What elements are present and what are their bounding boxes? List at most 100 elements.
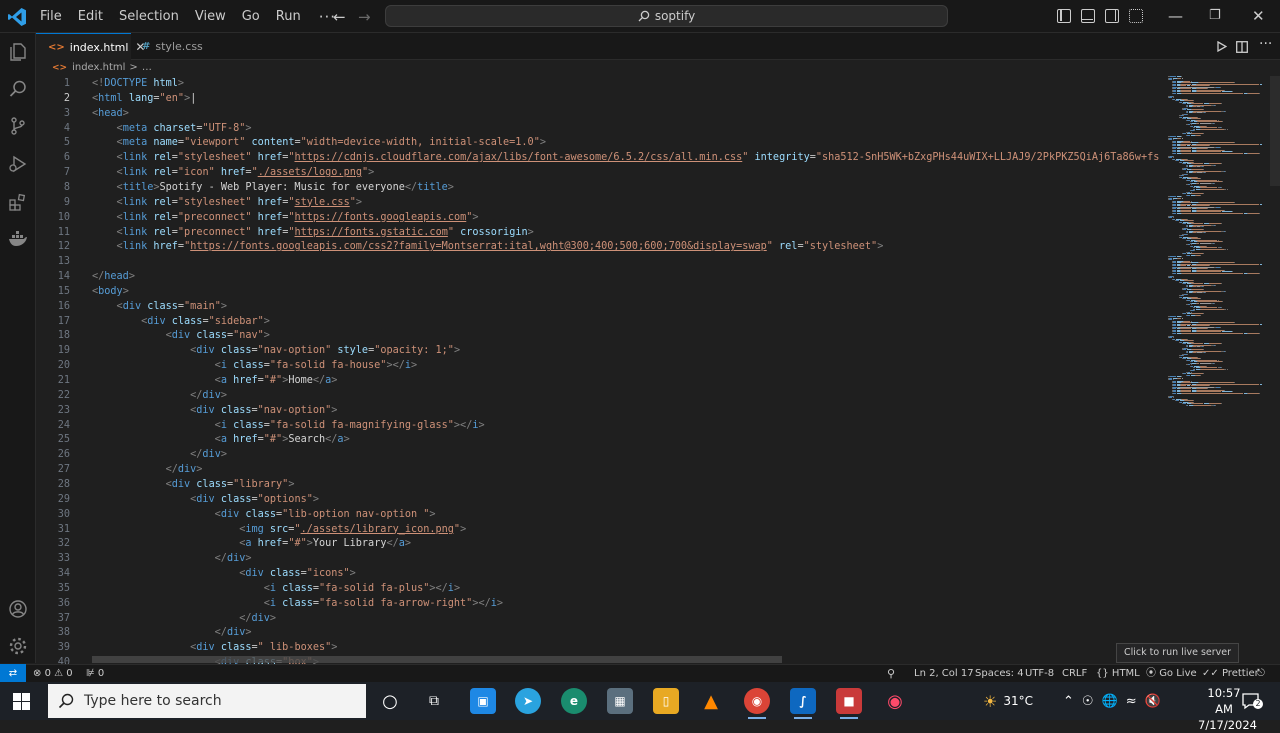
explorer-icon[interactable] xyxy=(8,42,28,62)
volume-muted-icon[interactable]: 🔇 xyxy=(1145,694,1161,709)
source-control-icon[interactable] xyxy=(8,116,28,136)
code-line[interactable]: 27 </div> xyxy=(36,462,1160,477)
code-line[interactable]: 4 <meta charset="UTF-8"> xyxy=(36,121,1160,136)
toggle-primary-sidebar-icon[interactable] xyxy=(1057,9,1071,23)
code-line[interactable]: 35 <i class="fa-solid fa-plus"></i> xyxy=(36,581,1160,596)
code-line[interactable]: 12 <link href="https://fonts.googleapis.… xyxy=(36,239,1160,254)
menu-file[interactable]: File xyxy=(32,0,70,33)
code-line[interactable]: 32 <a href="#">Your Library</a> xyxy=(36,536,1160,551)
code-line[interactable]: 21 <a href="#">Home</a> xyxy=(36,373,1160,388)
problems-indicator[interactable]: ⊗ 0 ⚠ 0 xyxy=(33,667,73,681)
forward-arrow-icon[interactable]: → xyxy=(358,8,371,26)
go-live-button[interactable]: ⦿ Go Live xyxy=(1146,667,1197,681)
code-line[interactable]: 34 <div class="icons"> xyxy=(36,566,1160,581)
close-window-icon[interactable]: ✕ xyxy=(1252,7,1265,25)
tab-index-html[interactable]: <> index.html ✕ xyxy=(36,33,145,60)
run-debug-icon[interactable] xyxy=(8,154,28,174)
cursor-position[interactable]: Ln 2, Col 17 xyxy=(914,667,974,681)
code-line[interactable]: 2 <html lang="en">| xyxy=(36,91,1160,106)
toggle-panel-icon[interactable] xyxy=(1081,9,1095,23)
windows-start-icon[interactable] xyxy=(13,693,30,710)
command-center-search[interactable]: soptify xyxy=(385,5,948,27)
minimize-icon[interactable]: — xyxy=(1168,7,1183,25)
zoom-icon[interactable]: ⚲ xyxy=(887,667,895,681)
menu-selection[interactable]: Selection xyxy=(111,0,187,33)
task-view-icon[interactable]: ⧉ xyxy=(421,688,447,714)
code-line[interactable]: 19 <div class="nav-option" style="opacit… xyxy=(36,343,1160,358)
minimap[interactable] xyxy=(1162,76,1268,406)
code-line[interactable]: 1 <!DOCTYPE html> xyxy=(36,76,1160,91)
code-line[interactable]: 39 <div class=" lib-boxes"> xyxy=(36,640,1160,655)
code-line[interactable]: 13 xyxy=(36,254,1160,269)
edge-browser-icon[interactable]: e xyxy=(561,688,587,714)
chrome-icon[interactable]: ◉ xyxy=(744,688,770,719)
menu-run[interactable]: Run xyxy=(268,0,309,33)
code-line[interactable]: 23 <div class="nav-option"> xyxy=(36,403,1160,418)
telegram-icon[interactable]: ➤ xyxy=(515,688,541,714)
restore-icon[interactable]: ❐ xyxy=(1209,8,1221,23)
encoding[interactable]: UTF-8 xyxy=(1025,667,1054,681)
code-line[interactable]: 7 <link rel="icon" href="./assets/logo.p… xyxy=(36,165,1160,180)
code-line[interactable]: 11 <link rel="preconnect" href="https://… xyxy=(36,225,1160,240)
taskbar-search-box[interactable]: Type here to search xyxy=(48,684,366,718)
language-globe-icon[interactable]: 🌐 xyxy=(1102,694,1118,709)
vlc-player-icon[interactable]: ▲ xyxy=(698,688,724,714)
tab-style-css[interactable]: # style.css xyxy=(132,33,232,60)
notifications-bell-icon[interactable]: ⎋ xyxy=(1257,667,1265,681)
network-icon[interactable]: ☉ xyxy=(1082,694,1094,709)
vscode-taskbar-icon[interactable]: ∫ xyxy=(790,688,816,719)
horizontal-scrollbar[interactable] xyxy=(92,656,782,663)
camera-recorder-icon[interactable]: ◉ xyxy=(882,688,908,714)
code-line[interactable]: 31 <img src="./assets/library_icon.png"> xyxy=(36,522,1160,537)
split-editor-icon[interactable] xyxy=(1236,41,1248,53)
cortana-icon[interactable]: ○ xyxy=(377,688,403,714)
file-explorer-icon[interactable]: ▯ xyxy=(653,688,679,714)
prettier-button[interactable]: ✓✓ Prettier xyxy=(1202,667,1259,681)
settings-gear-icon[interactable] xyxy=(8,636,28,656)
code-line[interactable]: 16 <div class="main"> xyxy=(36,299,1160,314)
microsoft-store-icon[interactable]: ▣ xyxy=(470,688,496,714)
code-line[interactable]: 30 <div class="lib-option nav-option "> xyxy=(36,507,1160,522)
code-line[interactable]: 6 <link rel="stylesheet" href="https://c… xyxy=(36,150,1160,165)
code-line[interactable]: 38 </div> xyxy=(36,625,1160,640)
code-line[interactable]: 20 <i class="fa-solid fa-house"></i> xyxy=(36,358,1160,373)
toggle-secondary-sidebar-icon[interactable] xyxy=(1105,9,1119,23)
code-line[interactable]: 10 <link rel="preconnect" href="https://… xyxy=(36,210,1160,225)
extensions-icon[interactable] xyxy=(8,192,28,212)
indentation[interactable]: Spaces: 4 xyxy=(975,667,1024,681)
account-icon[interactable] xyxy=(8,599,28,619)
code-line[interactable]: 24 <i class="fa-solid fa-magnifying-glas… xyxy=(36,418,1160,433)
code-line[interactable]: 26 </div> xyxy=(36,447,1160,462)
code-line[interactable]: 14 </head> xyxy=(36,269,1160,284)
code-line[interactable]: 22 </div> xyxy=(36,388,1160,403)
ports-indicator[interactable]: ⊯ 0 xyxy=(86,667,104,681)
code-line[interactable]: 37 </div> xyxy=(36,611,1160,626)
code-line[interactable]: 17 <div class="sidebar"> xyxy=(36,314,1160,329)
code-line[interactable]: 33 </div> xyxy=(36,551,1160,566)
remote-indicator-icon[interactable]: ⇄ xyxy=(0,664,26,682)
line-ending[interactable]: CRLF xyxy=(1062,667,1087,681)
code-line[interactable]: 28 <div class="library"> xyxy=(36,477,1160,492)
more-actions-icon[interactable]: ··· xyxy=(1259,36,1272,52)
vertical-scrollbar[interactable] xyxy=(1270,76,1280,186)
wifi-icon[interactable]: ≈ xyxy=(1126,694,1137,709)
code-line[interactable]: 3 <head> xyxy=(36,106,1160,121)
back-arrow-icon[interactable]: ← xyxy=(333,8,346,26)
search-activity-icon[interactable] xyxy=(8,79,28,99)
code-line[interactable]: 9 <link rel="stylesheet" href="style.css… xyxy=(36,195,1160,210)
code-line[interactable]: 36 <i class="fa-solid fa-arrow-right"></… xyxy=(36,596,1160,611)
breadcrumb-rest[interactable]: … xyxy=(142,62,152,73)
menu-view[interactable]: View xyxy=(187,0,234,33)
calculator-icon[interactable]: ▦ xyxy=(607,688,633,714)
breadcrumb-file[interactable]: index.html xyxy=(72,62,125,73)
code-line[interactable]: 5 <meta name="viewport" content="width=d… xyxy=(36,135,1160,150)
docker-icon[interactable] xyxy=(8,229,28,249)
code-line[interactable]: 15 <body> xyxy=(36,284,1160,299)
code-line[interactable]: 8 <title>Spotify - Web Player: Music for… xyxy=(36,180,1160,195)
code-editor[interactable]: 1 <!DOCTYPE html> 2 <html lang="en">| 3 <head… xyxy=(36,76,1160,664)
menu-go[interactable]: Go xyxy=(234,0,268,33)
language-mode[interactable]: {} HTML xyxy=(1096,667,1140,681)
notification-center-icon[interactable]: 2 xyxy=(1241,691,1263,711)
code-line[interactable]: 18 <div class="nav"> xyxy=(36,328,1160,343)
weather-widget[interactable]: ☀ 31°C xyxy=(983,682,1033,720)
